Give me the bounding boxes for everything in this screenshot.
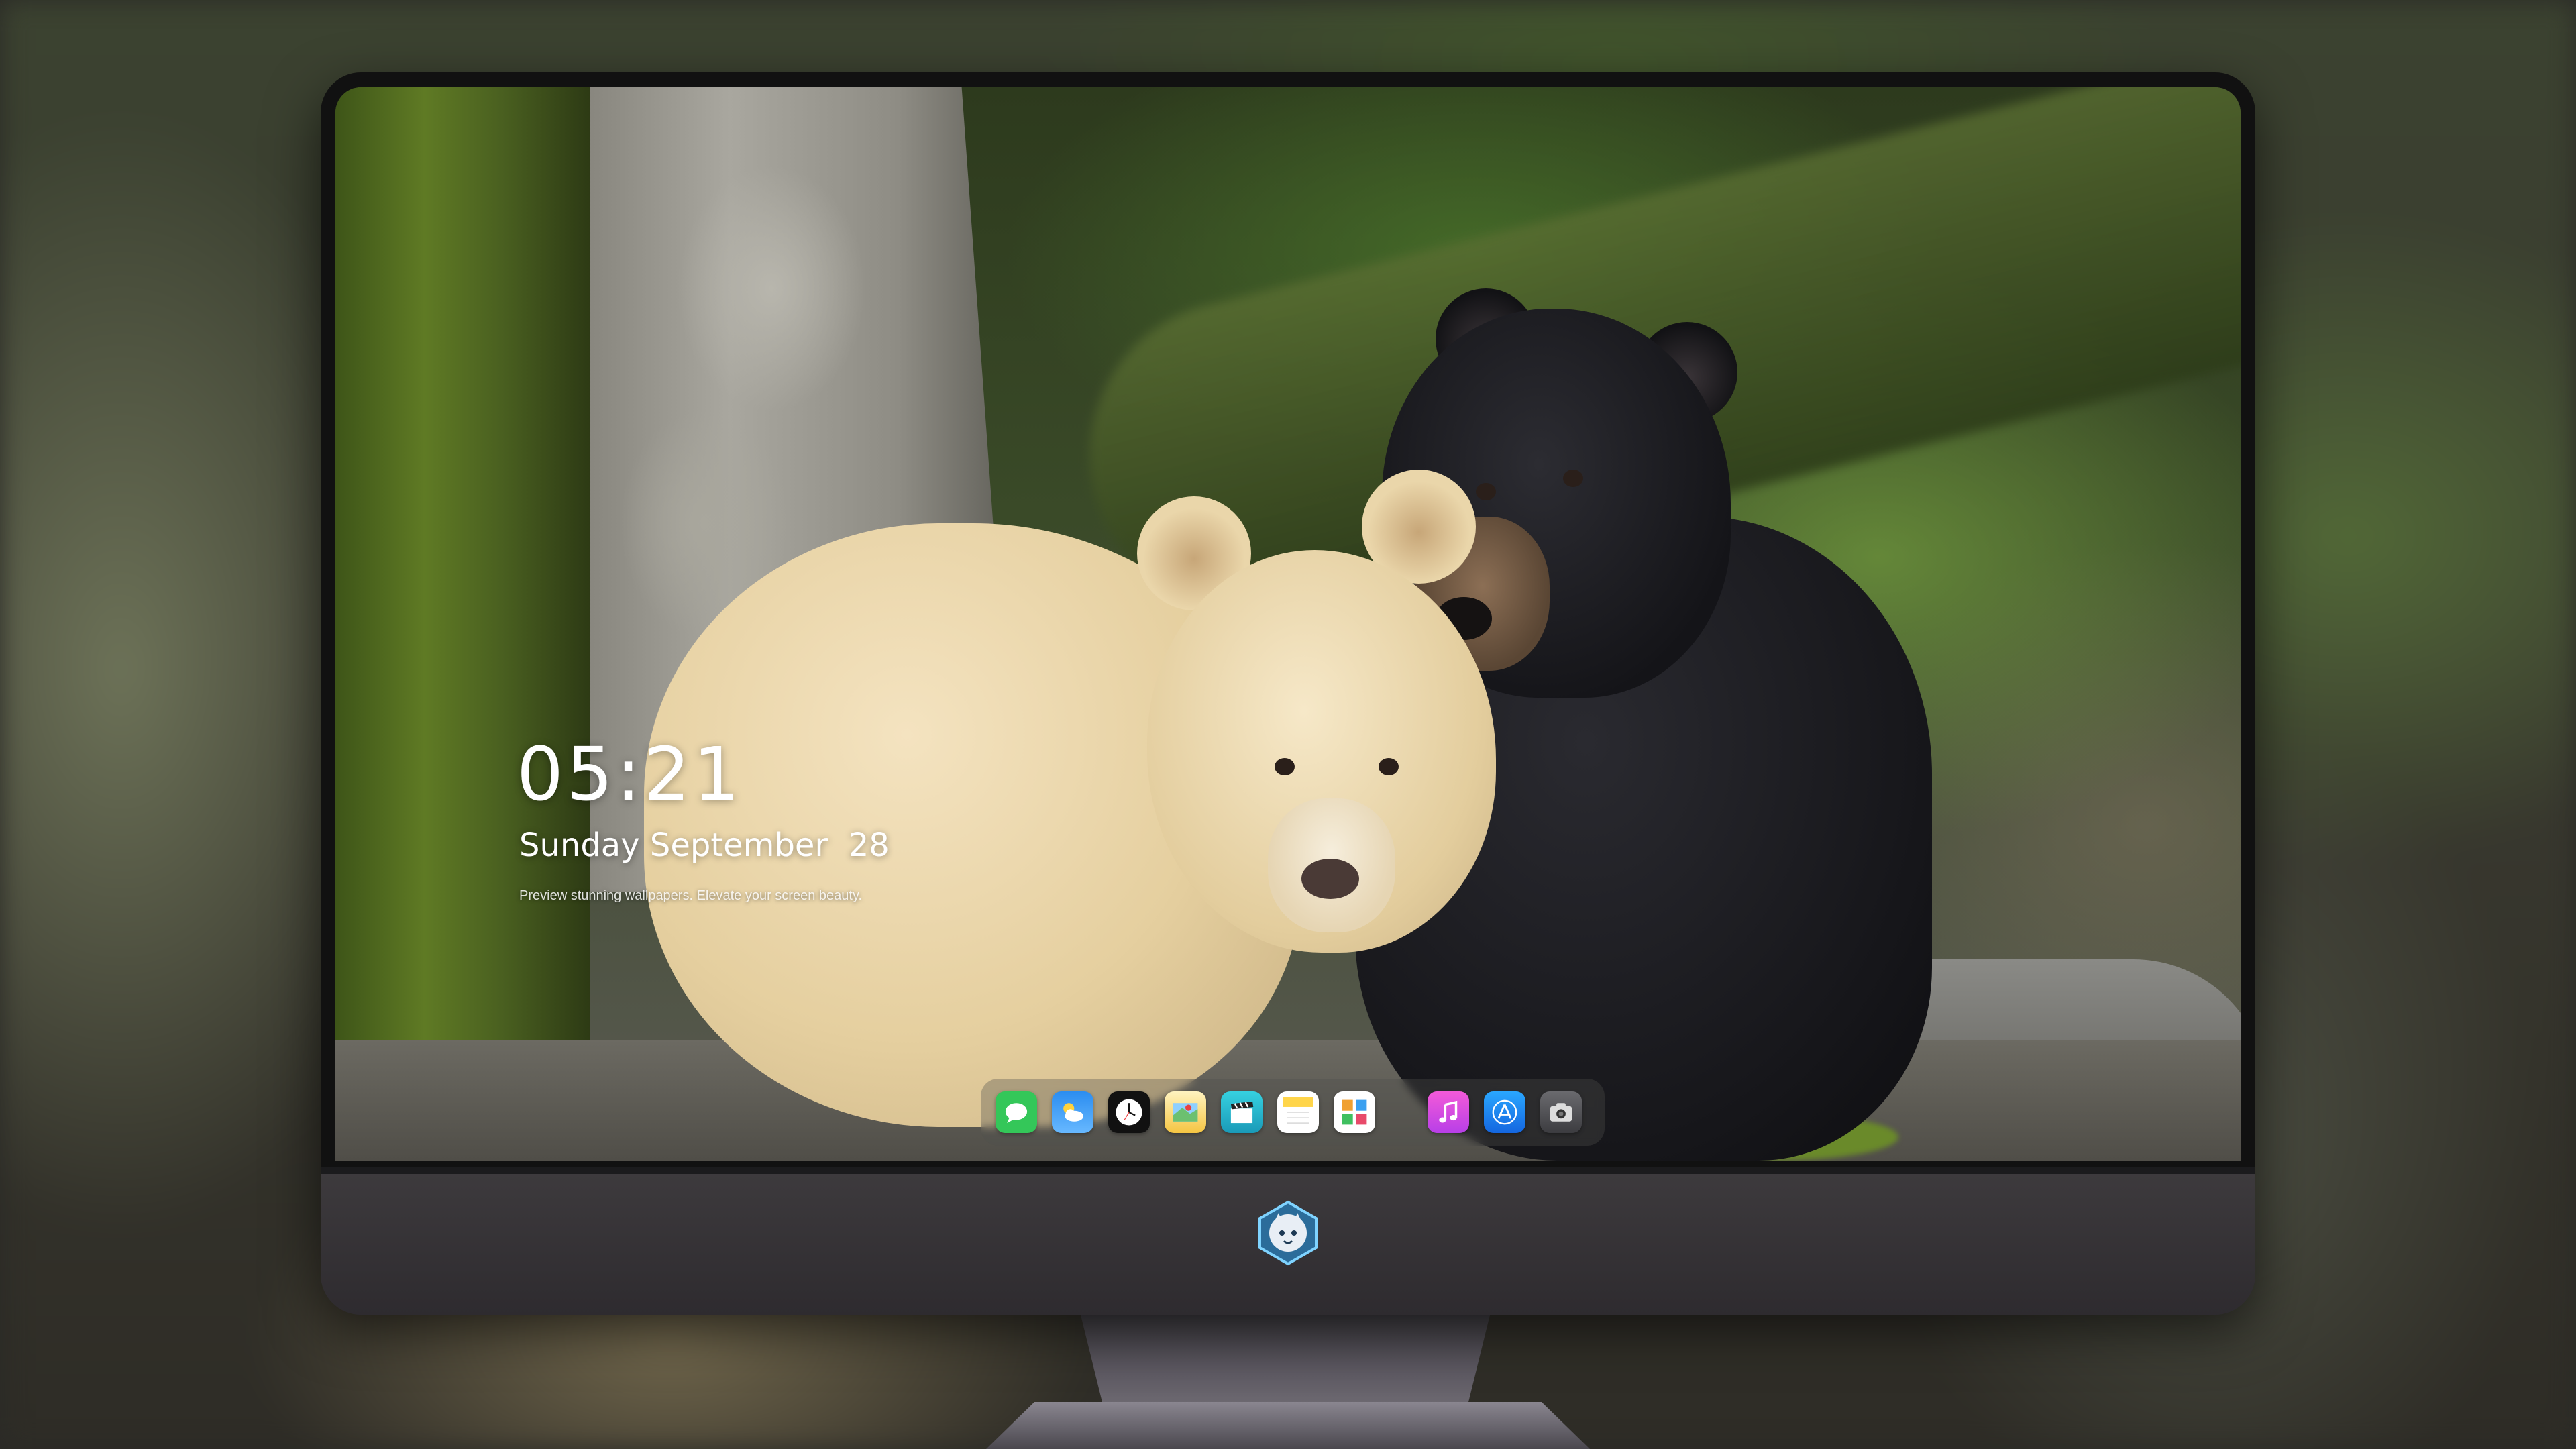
lock-screen[interactable]: 05:21 Sunday September 28 Preview stunni…: [335, 87, 2241, 1161]
white-bear-eye-left: [1275, 758, 1295, 775]
notes-icon: [1283, 1097, 1313, 1124]
white-bear-eye-right: [1379, 758, 1399, 775]
dock-app-weather[interactable]: [1052, 1091, 1093, 1133]
dock-app-videos[interactable]: [1221, 1091, 1263, 1133]
chat-bubble-icon: [1005, 1103, 1028, 1124]
monitor-frame: 05:21 Sunday September 28 Preview stunni…: [321, 72, 2255, 1315]
music-note-icon: [1439, 1100, 1458, 1123]
lock-tagline: Preview stunning wallpapers. Elevate you…: [519, 888, 863, 903]
dock-separator: [1390, 1112, 1413, 1113]
black-bear-eye-left: [1476, 483, 1496, 500]
clapperboard-icon: [1230, 1101, 1254, 1124]
dock-app-music[interactable]: [1428, 1091, 1469, 1133]
gallery-icon: [1342, 1099, 1367, 1125]
app-store-icon: [1492, 1099, 1517, 1125]
lock-date: Sunday September 28: [519, 826, 890, 864]
wallpaper-mossy-trunk: [335, 87, 590, 1161]
monitor-chin: [321, 1167, 2255, 1315]
desktop-stage: 05:21 Sunday September 28 Preview stunni…: [0, 0, 2576, 1449]
dock-app-notes[interactable]: [1277, 1091, 1319, 1133]
camera-icon: [1550, 1103, 1572, 1122]
dock-app-maps[interactable]: [1165, 1091, 1206, 1133]
monitor-stand-neck: [1079, 1307, 1492, 1407]
cloud-sun-icon: [1063, 1103, 1084, 1122]
dock-app-clock[interactable]: [1108, 1091, 1150, 1133]
fox-mascot-logo: [1254, 1199, 1322, 1267]
dock-app-gallery[interactable]: [1334, 1091, 1375, 1133]
black-bear-eye-right: [1563, 470, 1583, 487]
wallpaper-bears: [335, 87, 2241, 1161]
lock-clock: 05:21: [517, 731, 743, 817]
dock-app-messages[interactable]: [996, 1091, 1037, 1133]
dock: [981, 1079, 1605, 1146]
clock-icon: [1116, 1099, 1142, 1126]
dock-app-app-store[interactable]: [1484, 1091, 1525, 1133]
monitor-stand-base: [986, 1402, 1590, 1449]
dock-app-camera[interactable]: [1540, 1091, 1582, 1133]
map-icon: [1173, 1103, 1198, 1122]
white-bear-nose: [1301, 859, 1359, 899]
